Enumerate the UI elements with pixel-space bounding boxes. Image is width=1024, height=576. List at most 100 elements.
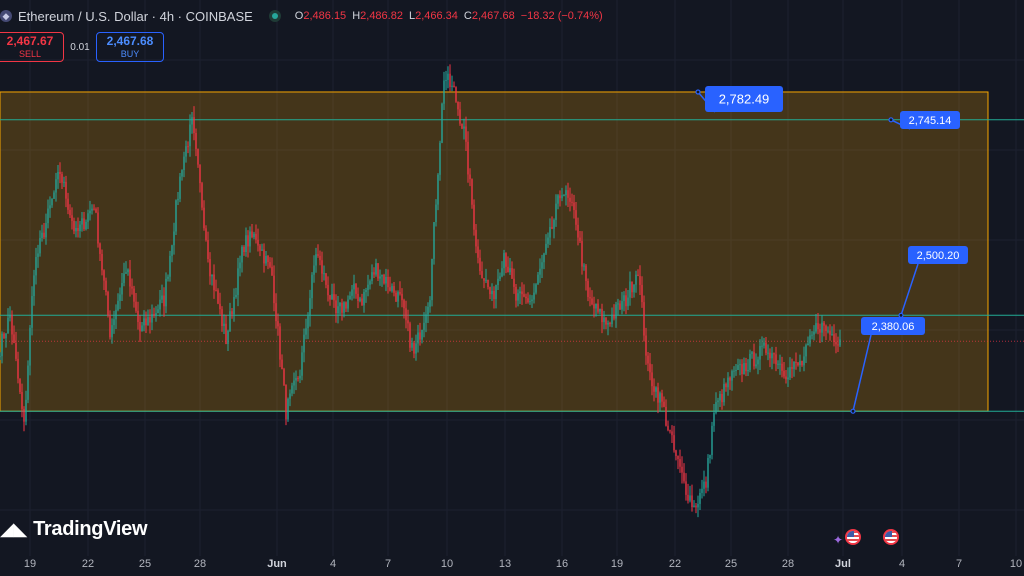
candle-body bbox=[837, 344, 839, 346]
spread-value: 0.01 bbox=[70, 41, 90, 53]
candle-body bbox=[761, 345, 763, 347]
logo-text: TradingView bbox=[33, 518, 148, 540]
candle-body bbox=[227, 330, 229, 345]
candle-body bbox=[111, 325, 113, 338]
candle-body bbox=[307, 316, 309, 329]
candle-body bbox=[623, 295, 625, 302]
candle-body bbox=[649, 363, 651, 373]
candle-body bbox=[273, 275, 275, 304]
candle-body bbox=[0, 356, 1, 358]
candle-body bbox=[103, 270, 105, 281]
candle-body bbox=[743, 363, 745, 375]
candle-body bbox=[533, 292, 535, 300]
x-tick-label: 10 bbox=[440, 558, 454, 570]
candle-body bbox=[215, 290, 217, 292]
candle-body bbox=[587, 280, 589, 298]
candle-body bbox=[731, 371, 733, 381]
candle-body bbox=[589, 297, 591, 299]
candle-body bbox=[817, 323, 819, 330]
candle-body bbox=[493, 290, 495, 299]
candle-body bbox=[319, 255, 321, 261]
candle-body bbox=[449, 73, 451, 87]
candle-body bbox=[77, 227, 79, 232]
candle-body bbox=[311, 274, 313, 299]
candle-body bbox=[457, 101, 459, 110]
candle-body bbox=[117, 300, 119, 310]
candle-body bbox=[435, 204, 437, 223]
candle-body bbox=[199, 164, 201, 184]
candle-body bbox=[247, 235, 249, 247]
candle-body bbox=[705, 481, 707, 488]
candle-body bbox=[425, 314, 427, 323]
candle-body bbox=[569, 197, 571, 202]
price-chart[interactable]: 2,782.49 2,745.14 2,500.20 2,380.06 bbox=[0, 0, 1024, 576]
candle-body bbox=[693, 505, 695, 508]
candle-body bbox=[55, 179, 57, 193]
candle-body bbox=[359, 298, 361, 302]
buy-button[interactable]: 2,467.68 BUY bbox=[96, 32, 164, 62]
candle-body bbox=[745, 363, 747, 372]
candle-body bbox=[773, 353, 775, 355]
market-status-icon bbox=[268, 10, 281, 22]
candle-body bbox=[41, 232, 43, 239]
ohlc-readout: O2,486.15 H2,486.82 L2,466.34 C2,467.68 … bbox=[295, 10, 603, 22]
candle-body bbox=[147, 317, 149, 326]
candle-body bbox=[463, 126, 465, 129]
candle-body bbox=[345, 302, 347, 309]
candle-body bbox=[133, 288, 135, 302]
candle-body bbox=[611, 314, 613, 325]
candle-body bbox=[811, 334, 813, 336]
candle-body bbox=[795, 361, 797, 363]
candle-body bbox=[785, 376, 787, 380]
candle-body bbox=[777, 363, 779, 365]
candle-body bbox=[443, 80, 445, 104]
candle-body bbox=[195, 132, 197, 150]
candle-body bbox=[177, 198, 179, 201]
candle-body bbox=[57, 171, 59, 180]
candle-body bbox=[527, 298, 529, 303]
candle-body bbox=[379, 276, 381, 279]
x-tick-label: 4 bbox=[898, 558, 906, 570]
candle-body bbox=[169, 255, 171, 277]
candle-body bbox=[193, 117, 195, 133]
candle-body bbox=[725, 383, 727, 388]
candle-body bbox=[769, 352, 771, 359]
price-label-text: 2,500.20 bbox=[917, 250, 960, 262]
candle-body bbox=[13, 334, 15, 343]
candle-body bbox=[673, 435, 675, 451]
candle-body bbox=[203, 207, 205, 229]
candle-body bbox=[23, 408, 25, 422]
tradingview-logo[interactable]: ◢◣ TradingView bbox=[0, 518, 148, 541]
candle-body bbox=[489, 287, 491, 295]
candle-body bbox=[15, 342, 17, 359]
candle-body bbox=[645, 335, 647, 356]
candle-body bbox=[131, 286, 133, 289]
candle-body bbox=[677, 455, 679, 460]
candle-body bbox=[599, 308, 601, 312]
candle-body bbox=[447, 73, 449, 80]
candle-body bbox=[267, 255, 269, 263]
candle-body bbox=[735, 370, 737, 372]
us-flag-icon[interactable] bbox=[845, 529, 861, 545]
sell-button[interactable]: 2,467.67 SELL bbox=[0, 32, 64, 62]
time-axis[interactable]: 19 22 25 28 Jun 4 7 10 13 16 19 22 25 28 Jul 4 7 10 bbox=[0, 556, 1024, 576]
candle-body bbox=[33, 275, 35, 297]
candle-body bbox=[49, 205, 51, 209]
candle-body bbox=[109, 315, 111, 338]
candle-body bbox=[713, 412, 715, 426]
candle-body bbox=[181, 170, 183, 177]
candle-body bbox=[245, 235, 247, 253]
candle-body bbox=[575, 210, 577, 225]
candle-body bbox=[139, 322, 141, 332]
us-flag-icon[interactable] bbox=[883, 529, 899, 545]
candle-body bbox=[357, 293, 359, 302]
candle-body bbox=[135, 301, 137, 311]
plus-sparkle-icon[interactable]: ✦ bbox=[833, 533, 843, 547]
candle-body bbox=[643, 302, 645, 336]
candle-body bbox=[779, 363, 781, 365]
candle-body bbox=[397, 292, 399, 302]
candle-body bbox=[265, 255, 267, 264]
candle-body bbox=[211, 274, 213, 277]
candle-body bbox=[269, 262, 271, 267]
symbol-title[interactable]: Ethereum / U.S. Dollar · 4h · COINBASE bbox=[18, 9, 253, 24]
